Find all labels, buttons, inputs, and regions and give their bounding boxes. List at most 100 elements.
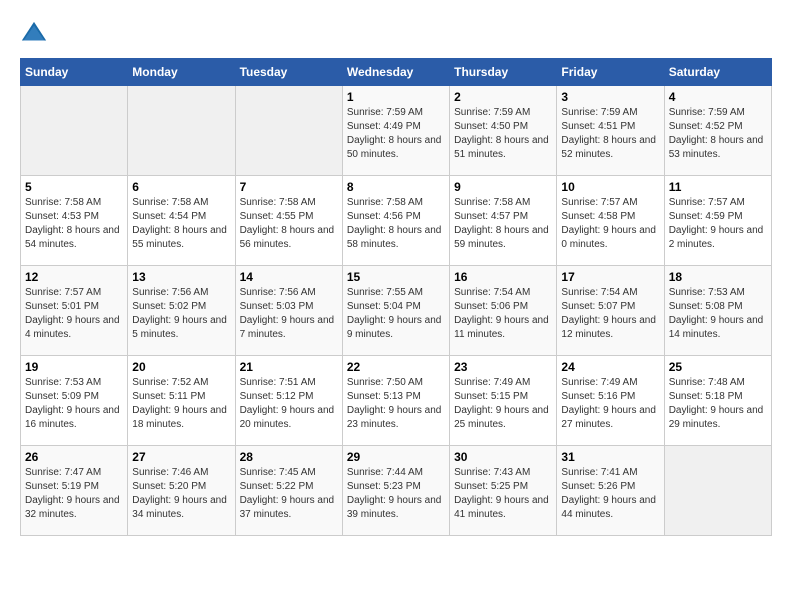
day-info: Sunrise: 7:55 AM Sunset: 5:04 PM Dayligh…	[347, 286, 445, 342]
day-number: 21	[240, 360, 338, 374]
logo-icon	[20, 20, 48, 48]
day-info: Sunrise: 7:46 AM Sunset: 5:20 PM Dayligh…	[132, 466, 230, 522]
table-row: 22 Sunrise: 7:50 AM Sunset: 5:13 PM Dayli…	[342, 356, 449, 446]
header-cell-wednesday: Wednesday	[342, 59, 449, 86]
day-info: Sunrise: 7:57 AM Sunset: 4:58 PM Dayligh…	[561, 196, 659, 252]
calendar-table: SundayMondayTuesdayWednesdayThursdayFrid…	[20, 58, 772, 536]
calendar-week-3: 12Sunrise: 7:57 AM Sunset: 5:01 PM Dayli…	[21, 266, 772, 356]
day-number: 27	[132, 450, 230, 464]
table-row: 31Sunrise: 7:41 AM Sunset: 5:26 PM Dayli…	[557, 446, 664, 536]
table-row: 13 Sunrise: 7:56 AM Sunset: 5:02 PM Dayli…	[128, 266, 235, 356]
table-row: 4 Sunrise: 7:59 AM Sunset: 4:52 PM Daylig…	[664, 86, 771, 176]
day-number: 5	[25, 180, 123, 194]
day-number: 15	[347, 270, 445, 284]
day-number: 28	[240, 450, 338, 464]
day-number: 31	[561, 450, 659, 464]
header-cell-friday: Friday	[557, 59, 664, 86]
day-info: Sunrise: 7:57 AM Sunset: 5:01 PM Dayligh…	[25, 286, 123, 342]
table-row: 15 Sunrise: 7:55 AM Sunset: 5:04 PM Dayli…	[342, 266, 449, 356]
day-number: 10	[561, 180, 659, 194]
table-row: 12Sunrise: 7:57 AM Sunset: 5:01 PM Dayli…	[21, 266, 128, 356]
day-info: Sunrise: 7:57 AM Sunset: 4:59 PM Dayligh…	[669, 196, 767, 252]
day-number: 9	[454, 180, 552, 194]
day-number: 8	[347, 180, 445, 194]
calendar-header: SundayMondayTuesdayWednesdayThursdayFrid…	[21, 59, 772, 86]
table-row: 24 Sunrise: 7:49 AM Sunset: 5:16 PM Dayli…	[557, 356, 664, 446]
table-row	[235, 86, 342, 176]
table-row: 23 Sunrise: 7:49 AM Sunset: 5:15 PM Dayli…	[450, 356, 557, 446]
day-number: 25	[669, 360, 767, 374]
day-info: Sunrise: 7:59 AM Sunset: 4:52 PM Dayligh…	[669, 106, 767, 162]
logo	[20, 20, 52, 48]
table-row: 25 Sunrise: 7:48 AM Sunset: 5:18 PM Dayli…	[664, 356, 771, 446]
table-row: 10 Sunrise: 7:57 AM Sunset: 4:58 PM Dayli…	[557, 176, 664, 266]
day-info: Sunrise: 7:59 AM Sunset: 4:51 PM Dayligh…	[561, 106, 659, 162]
day-number: 19	[25, 360, 123, 374]
header-cell-tuesday: Tuesday	[235, 59, 342, 86]
day-info: Sunrise: 7:50 AM Sunset: 5:13 PM Dayligh…	[347, 376, 445, 432]
day-number: 24	[561, 360, 659, 374]
day-number: 23	[454, 360, 552, 374]
day-info: Sunrise: 7:52 AM Sunset: 5:11 PM Dayligh…	[132, 376, 230, 432]
day-info: Sunrise: 7:47 AM Sunset: 5:19 PM Dayligh…	[25, 466, 123, 522]
day-number: 20	[132, 360, 230, 374]
day-number: 22	[347, 360, 445, 374]
day-info: Sunrise: 7:48 AM Sunset: 5:18 PM Dayligh…	[669, 376, 767, 432]
table-row: 18Sunrise: 7:53 AM Sunset: 5:08 PM Dayli…	[664, 266, 771, 356]
day-number: 29	[347, 450, 445, 464]
table-row: 1 Sunrise: 7:59 AM Sunset: 4:49 PM Daylig…	[342, 86, 449, 176]
calendar-week-1: 1 Sunrise: 7:59 AM Sunset: 4:49 PM Daylig…	[21, 86, 772, 176]
day-number: 2	[454, 90, 552, 104]
day-info: Sunrise: 7:56 AM Sunset: 5:02 PM Dayligh…	[132, 286, 230, 342]
table-row: 21 Sunrise: 7:51 AM Sunset: 5:12 PM Dayli…	[235, 356, 342, 446]
table-row: 20 Sunrise: 7:52 AM Sunset: 5:11 PM Dayli…	[128, 356, 235, 446]
page-header	[20, 20, 772, 48]
day-number: 6	[132, 180, 230, 194]
table-row: 14 Sunrise: 7:56 AM Sunset: 5:03 PM Dayli…	[235, 266, 342, 356]
calendar-week-5: 26 Sunrise: 7:47 AM Sunset: 5:19 PM Dayli…	[21, 446, 772, 536]
table-row: 29Sunrise: 7:44 AM Sunset: 5:23 PM Dayli…	[342, 446, 449, 536]
table-row: 19 Sunrise: 7:53 AM Sunset: 5:09 PM Dayli…	[21, 356, 128, 446]
day-number: 11	[669, 180, 767, 194]
table-row: 3 Sunrise: 7:59 AM Sunset: 4:51 PM Daylig…	[557, 86, 664, 176]
day-info: Sunrise: 7:56 AM Sunset: 5:03 PM Dayligh…	[240, 286, 338, 342]
day-info: Sunrise: 7:58 AM Sunset: 4:54 PM Dayligh…	[132, 196, 230, 252]
table-row	[21, 86, 128, 176]
table-row: 2 Sunrise: 7:59 AM Sunset: 4:50 PM Daylig…	[450, 86, 557, 176]
header-cell-sunday: Sunday	[21, 59, 128, 86]
day-info: Sunrise: 7:51 AM Sunset: 5:12 PM Dayligh…	[240, 376, 338, 432]
day-number: 7	[240, 180, 338, 194]
day-number: 3	[561, 90, 659, 104]
table-row: 16 Sunrise: 7:54 AM Sunset: 5:06 PM Dayli…	[450, 266, 557, 356]
day-number: 13	[132, 270, 230, 284]
table-row: 27 Sunrise: 7:46 AM Sunset: 5:20 PM Dayli…	[128, 446, 235, 536]
table-row: 8Sunrise: 7:58 AM Sunset: 4:56 PM Daylig…	[342, 176, 449, 266]
day-number: 26	[25, 450, 123, 464]
day-info: Sunrise: 7:54 AM Sunset: 5:06 PM Dayligh…	[454, 286, 552, 342]
calendar-body: 1 Sunrise: 7:59 AM Sunset: 4:49 PM Daylig…	[21, 86, 772, 536]
header-row: SundayMondayTuesdayWednesdayThursdayFrid…	[21, 59, 772, 86]
day-info: Sunrise: 7:58 AM Sunset: 4:55 PM Dayligh…	[240, 196, 338, 252]
table-row: 7 Sunrise: 7:58 AM Sunset: 4:55 PM Daylig…	[235, 176, 342, 266]
table-row	[664, 446, 771, 536]
day-number: 16	[454, 270, 552, 284]
table-row: 6 Sunrise: 7:58 AM Sunset: 4:54 PM Daylig…	[128, 176, 235, 266]
table-row: 9Sunrise: 7:58 AM Sunset: 4:57 PM Daylig…	[450, 176, 557, 266]
day-info: Sunrise: 7:59 AM Sunset: 4:49 PM Dayligh…	[347, 106, 445, 162]
day-info: Sunrise: 7:49 AM Sunset: 5:16 PM Dayligh…	[561, 376, 659, 432]
day-info: Sunrise: 7:53 AM Sunset: 5:09 PM Dayligh…	[25, 376, 123, 432]
table-row: 17Sunrise: 7:54 AM Sunset: 5:07 PM Dayli…	[557, 266, 664, 356]
table-row: 28Sunrise: 7:45 AM Sunset: 5:22 PM Dayli…	[235, 446, 342, 536]
day-info: Sunrise: 7:59 AM Sunset: 4:50 PM Dayligh…	[454, 106, 552, 162]
day-info: Sunrise: 7:43 AM Sunset: 5:25 PM Dayligh…	[454, 466, 552, 522]
header-cell-saturday: Saturday	[664, 59, 771, 86]
day-info: Sunrise: 7:54 AM Sunset: 5:07 PM Dayligh…	[561, 286, 659, 342]
day-info: Sunrise: 7:49 AM Sunset: 5:15 PM Dayligh…	[454, 376, 552, 432]
day-number: 18	[669, 270, 767, 284]
table-row: 30Sunrise: 7:43 AM Sunset: 5:25 PM Dayli…	[450, 446, 557, 536]
header-cell-monday: Monday	[128, 59, 235, 86]
day-number: 1	[347, 90, 445, 104]
day-number: 4	[669, 90, 767, 104]
day-number: 14	[240, 270, 338, 284]
table-row: 5Sunrise: 7:58 AM Sunset: 4:53 PM Daylig…	[21, 176, 128, 266]
